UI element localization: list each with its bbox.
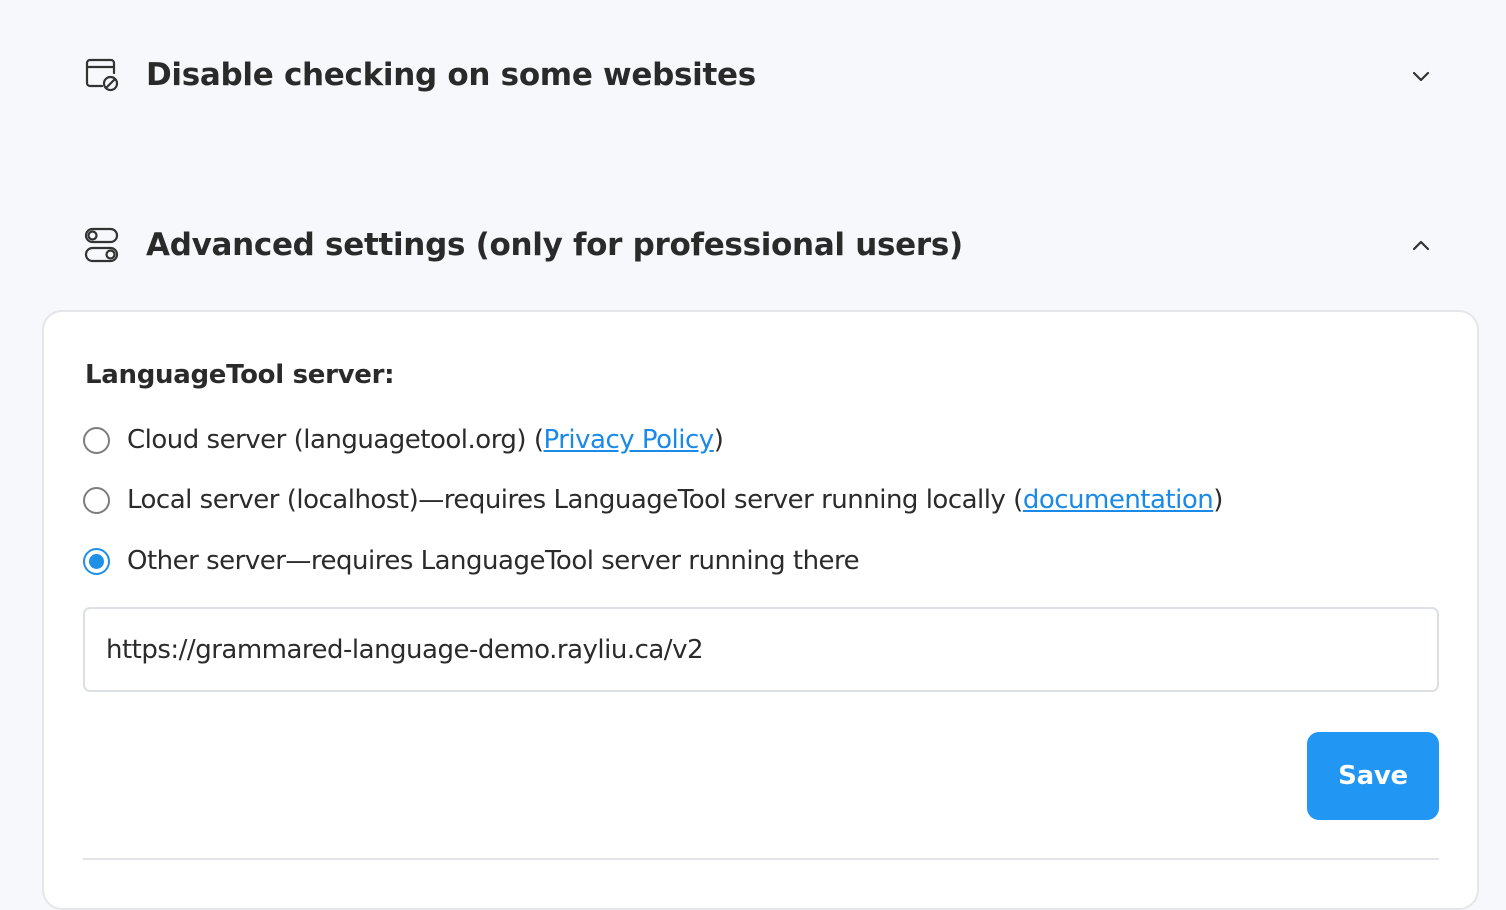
radio-label-local-server: Local server (localhost)—requires Langua… — [127, 485, 1223, 515]
privacy-policy-link[interactable]: Privacy Policy — [544, 425, 715, 455]
section-title-disable-checking: Disable checking on some websites — [146, 57, 756, 93]
radio-label-cloud-server: Cloud server (languagetool.org) (Privacy… — [127, 425, 724, 455]
documentation-link[interactable]: documentation — [1023, 485, 1214, 515]
section-header-advanced-settings[interactable]: Advanced settings (only for professional… — [0, 215, 1506, 275]
radio-cloud-server[interactable] — [83, 426, 110, 454]
browser-blocked-icon — [84, 57, 120, 93]
section-title-advanced-settings: Advanced settings (only for professional… — [146, 227, 963, 263]
divider — [83, 858, 1439, 860]
advanced-settings-panel: LanguageTool server: Cloud server (langu… — [42, 310, 1479, 910]
server-url-input[interactable] — [83, 607, 1439, 692]
chevron-down-icon[interactable] — [1408, 63, 1434, 89]
radio-option-local-server[interactable]: Local server (localhost)—requires Langua… — [83, 480, 1223, 520]
radio-option-other-server[interactable]: Other server—requires LanguageTool serve… — [83, 541, 860, 581]
radio-local-server[interactable] — [83, 486, 110, 514]
server-label: LanguageTool server: — [85, 360, 395, 390]
save-button[interactable]: Save — [1307, 732, 1439, 820]
chevron-up-icon[interactable] — [1408, 233, 1434, 259]
toggles-icon — [84, 227, 120, 263]
section-header-disable-checking[interactable]: Disable checking on some websites — [0, 45, 1506, 105]
radio-other-server[interactable] — [83, 547, 110, 575]
radio-option-cloud-server[interactable]: Cloud server (languagetool.org) (Privacy… — [83, 420, 724, 460]
radio-label-other-server: Other server—requires LanguageTool serve… — [127, 546, 860, 576]
